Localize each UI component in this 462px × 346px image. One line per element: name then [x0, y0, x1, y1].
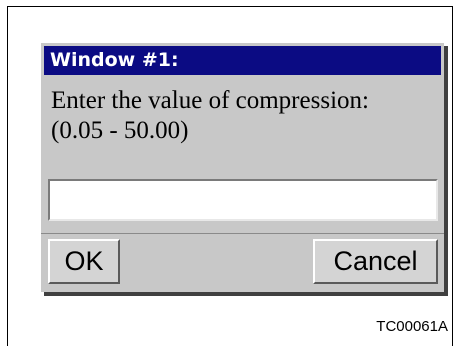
prompt-range: (0.05 - 50.00) [51, 117, 189, 144]
dialog-title: Window #1: [44, 46, 441, 75]
input-dialog: Window #1: Enter the value of compressio… [40, 42, 444, 292]
cancel-button[interactable]: Cancel [313, 239, 438, 284]
button-separator [41, 233, 444, 234]
ok-button[interactable]: OK [48, 239, 120, 284]
figure-caption: TC00061A [376, 318, 448, 335]
prompt-text: Enter the value of compression: [51, 87, 369, 114]
compression-input[interactable] [48, 179, 438, 221]
dialog-prompt: Enter the value of compression: (0.05 - … [51, 86, 441, 146]
